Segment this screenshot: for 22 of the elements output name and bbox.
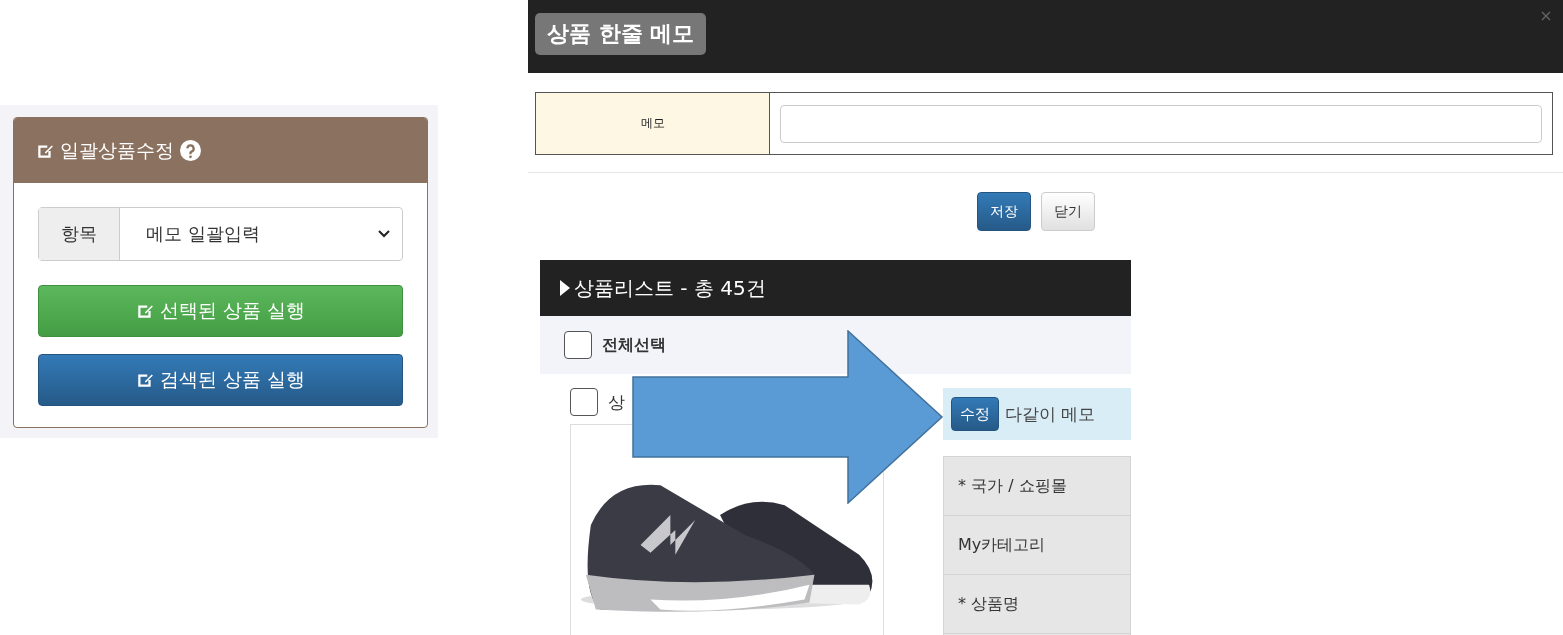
field-label: * 상품명 (944, 575, 1130, 634)
triangle-icon (560, 280, 570, 296)
dialog-button[interactable]: 저장 (976, 192, 1031, 231)
checkbox[interactable] (570, 388, 598, 416)
close-icon[interactable] (1541, 11, 1551, 21)
dialog-button[interactable]: 닫기 (1040, 192, 1095, 231)
field-label: My카테고리 (944, 516, 1130, 575)
memo-text: 다같이 메모 (1005, 402, 1096, 426)
run-button[interactable]: 검색된 상품 실행 (38, 354, 403, 406)
checkbox[interactable] (564, 331, 592, 359)
dialog-title: 상품 한줄 메모 (535, 13, 707, 55)
edit-icon (135, 302, 154, 320)
help-icon[interactable] (180, 140, 201, 161)
edit-button[interactable]: 수정 (951, 397, 999, 431)
select-all-label: 전체선택 (602, 334, 666, 356)
field-label: * 국가 / 쇼핑몰 (944, 457, 1130, 516)
memo-input[interactable] (780, 104, 1542, 143)
panel-title: 일괄상품수정 (60, 137, 174, 163)
memo-label: 메모 (536, 93, 770, 154)
product-name: 상 (608, 390, 625, 414)
edit-icon (135, 371, 154, 389)
list-title: 상품리스트 - 총 45건 (574, 274, 766, 302)
